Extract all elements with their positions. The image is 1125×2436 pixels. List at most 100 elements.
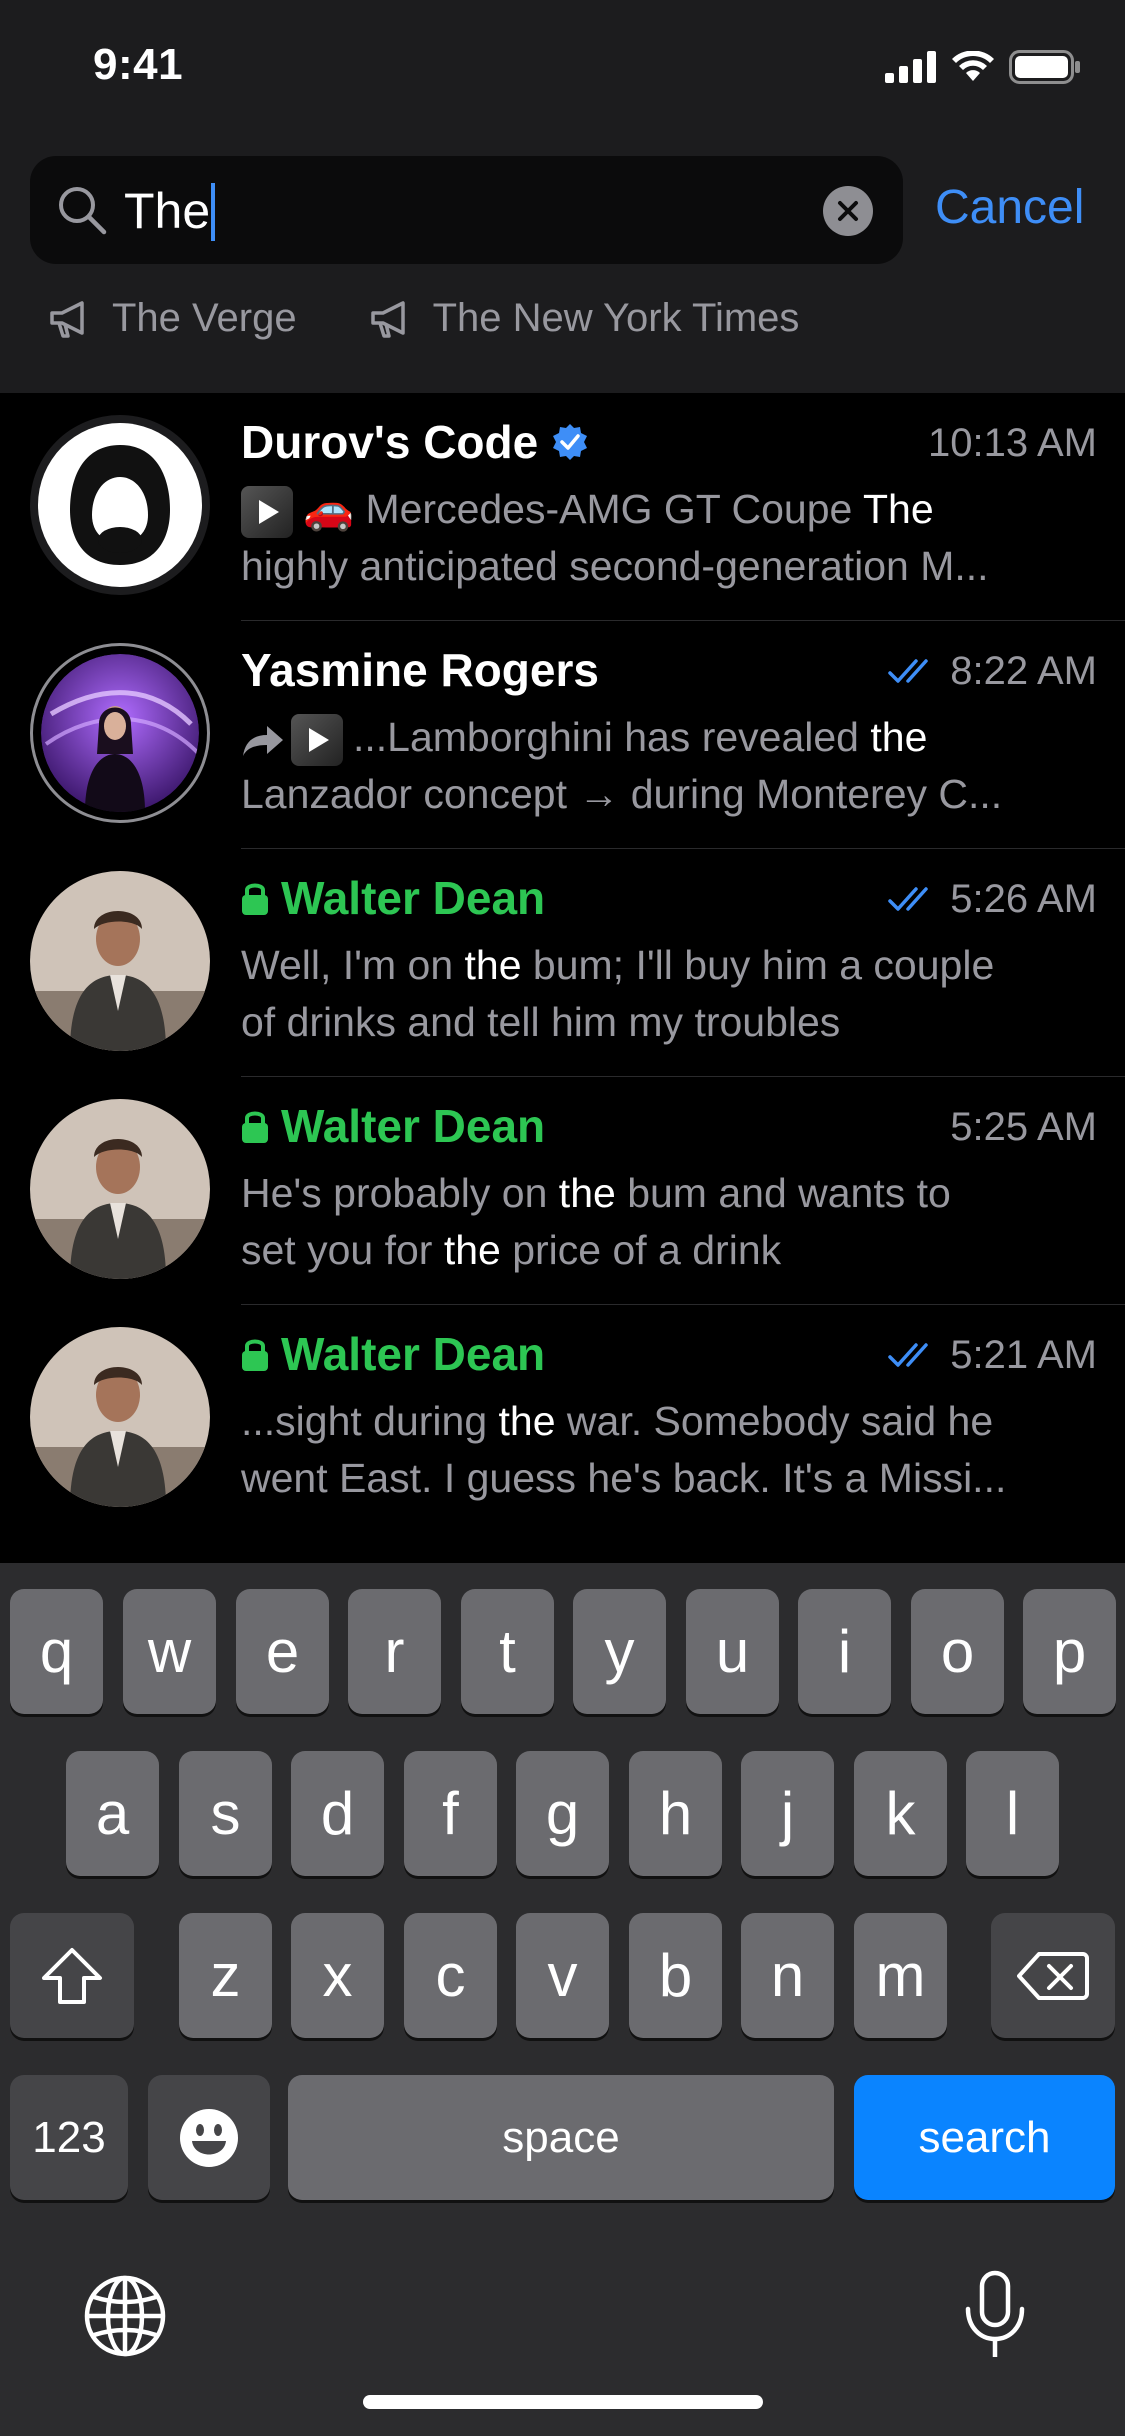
chat-row[interactable]: Walter Dean 5:25 AM He's probably on the… [0, 1077, 1125, 1305]
key-q[interactable]: q [10, 1589, 103, 1714]
shift-key[interactable] [10, 1913, 134, 2038]
channel-chip-label: The Verge [112, 296, 297, 340]
chat-row[interactable]: Walter Dean 5:21 AM ...sight during the … [0, 1305, 1125, 1533]
key-g[interactable]: g [516, 1751, 609, 1876]
chat-name: Yasmine Rogers [241, 644, 599, 696]
chat-title: Yasmine Rogers [241, 643, 599, 697]
search-highlight: the [443, 1227, 501, 1273]
preview-text: went East. I guess he's back. It's a Mis… [241, 1455, 1007, 1501]
chat-time: 5:25 AM [950, 1105, 1097, 1150]
video-thumbnail [241, 486, 293, 539]
profile-photo [30, 871, 210, 1051]
text-caret [211, 182, 216, 241]
key-h[interactable]: h [629, 1751, 722, 1876]
preview-text: He's probably on [241, 1170, 559, 1216]
message-preview: ...sight during the war. Somebody said h… [241, 1393, 1101, 1507]
profile-photo [30, 1327, 210, 1507]
preview-text: Mercedes-AMG GT Coupe [365, 486, 863, 532]
time-label: 5:25 AM [950, 1105, 1097, 1149]
key-u[interactable]: u [686, 1589, 779, 1714]
emoji-icon [180, 2108, 238, 2167]
numbers-key[interactable]: 123 [10, 2075, 128, 2200]
search-highlight: the [464, 942, 522, 988]
profile-photo [30, 1099, 210, 1279]
chat-time: 10:13 AM [928, 421, 1097, 466]
chat-row[interactable]: Yasmine Rogers 8:22 AM ...Lamborghini ha… [0, 621, 1125, 849]
key-b[interactable]: b [629, 1913, 722, 2038]
preview-text: Lanzador concept → during Monterey C... [241, 771, 1003, 818]
search-field[interactable]: The [30, 156, 903, 264]
chat-row[interactable]: Durov's Code 10:13 AM 🚗 Mercedes-AMG GT … [0, 393, 1125, 621]
key-x[interactable]: x [291, 1913, 384, 2038]
preview-text: highly anticipated second-generation M..… [241, 543, 989, 590]
cellular-signal-icon [885, 51, 936, 83]
search-input[interactable]: The [124, 182, 216, 241]
search-key[interactable]: search [854, 2075, 1115, 2200]
key-f[interactable]: f [404, 1751, 497, 1876]
status-time: 9:41 [93, 40, 184, 89]
home-indicator[interactable] [363, 2395, 763, 2409]
backspace-key[interactable] [991, 1913, 1115, 2038]
chat-time: 8:22 AM [888, 649, 1097, 694]
search-highlight: the [870, 714, 928, 760]
search-highlight: the [498, 1398, 556, 1444]
chat-title: Walter Dean [241, 1099, 545, 1153]
channel-chip[interactable]: The Verge [48, 296, 297, 341]
preview-text: bum; I'll buy him a couple [521, 942, 995, 988]
backspace-icon [1017, 1951, 1089, 2000]
forward-icon [243, 726, 283, 757]
key-d[interactable]: d [291, 1751, 384, 1876]
cancel-button[interactable]: Cancel [935, 180, 1084, 235]
search-results-list: Durov's Code 10:13 AM 🚗 Mercedes-AMG GT … [0, 393, 1125, 1563]
key-z[interactable]: z [179, 1913, 272, 2038]
preview-text: price of a drink [500, 1227, 782, 1273]
chat-title: Durov's Code [241, 415, 590, 469]
verified-badge-icon [553, 424, 588, 460]
time-label: 8:22 AM [950, 649, 1097, 693]
avatar [30, 415, 210, 595]
key-o[interactable]: o [911, 1589, 1004, 1714]
key-w[interactable]: w [123, 1589, 216, 1714]
lock-icon [242, 883, 268, 915]
key-y[interactable]: y [573, 1589, 666, 1714]
emoji-key[interactable] [148, 2075, 270, 2200]
chat-name: Walter Dean [281, 1100, 546, 1152]
key-i[interactable]: i [798, 1589, 891, 1714]
double-check-icon [888, 1342, 928, 1367]
key-k[interactable]: k [854, 1751, 947, 1876]
space-key[interactable]: space [288, 2075, 834, 2200]
message-preview: ...Lamborghini has revealed the Lanzador… [241, 709, 1101, 823]
chat-name: Durov's Code [241, 416, 539, 468]
key-s[interactable]: s [179, 1751, 272, 1876]
preview-text: set you for [241, 1227, 444, 1273]
channel-chip[interactable]: The New York Times [369, 296, 799, 341]
preview-text: of drinks and tell him my troubles [241, 999, 841, 1045]
search-highlight: The [862, 486, 934, 532]
key-n[interactable]: n [741, 1913, 834, 2038]
lock-icon [242, 1339, 268, 1371]
key-j[interactable]: j [741, 1751, 834, 1876]
key-t[interactable]: t [461, 1589, 554, 1714]
key-p[interactable]: p [1023, 1589, 1116, 1714]
profile-photo [41, 654, 201, 812]
chat-title: Walter Dean [241, 871, 545, 925]
message-preview: He's probably on the bum and wants to se… [241, 1165, 1101, 1279]
key-r[interactable]: r [348, 1589, 441, 1714]
key-l[interactable]: l [966, 1751, 1059, 1876]
key-m[interactable]: m [854, 1913, 947, 2038]
preview-text: bum and wants to [615, 1170, 951, 1216]
lock-icon [242, 1111, 268, 1143]
key-a[interactable]: a [66, 1751, 159, 1876]
globe-icon[interactable] [82, 2273, 168, 2359]
chat-row[interactable]: Walter Dean 5:26 AM Well, I'm on the bum… [0, 849, 1125, 1077]
key-c[interactable]: c [404, 1913, 497, 2038]
key-e[interactable]: e [236, 1589, 329, 1714]
double-check-icon [888, 886, 928, 911]
chat-name: Walter Dean [281, 872, 546, 924]
preview-text: ...sight during [241, 1398, 499, 1444]
microphone-icon[interactable] [960, 2269, 1030, 2361]
key-v[interactable]: v [516, 1913, 609, 2038]
message-preview: 🚗 Mercedes-AMG GT Coupe The highly antic… [241, 481, 1101, 595]
clear-search-button[interactable] [823, 186, 873, 236]
wifi-icon [952, 51, 994, 81]
